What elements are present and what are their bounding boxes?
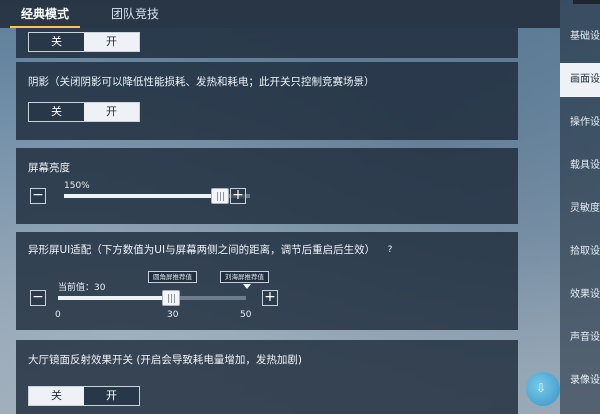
marker-rounded-screen: 圆角屏推荐值 — [148, 271, 197, 283]
settings-sidebar: 基础设 画面设 操作设 载具设 灵敏度设 拾取设 效果设 声音设 录像设 — [560, 0, 600, 414]
brightness-minus-button[interactable]: − — [30, 188, 46, 204]
top-toggle-off[interactable]: 关 — [29, 33, 84, 51]
shadow-toggle-on[interactable]: 开 — [84, 103, 139, 121]
sidebar-item-basic[interactable]: 基础设 — [560, 20, 600, 54]
brightness-slider-fill — [64, 194, 221, 198]
sidebar-item-effects[interactable]: 效果设 — [560, 278, 600, 312]
plus-icon: + — [232, 187, 244, 203]
sidebar-item-graphics[interactable]: 画面设 — [560, 63, 600, 97]
brightness-slider-thumb[interactable] — [211, 188, 230, 204]
thumb-grip — [223, 192, 225, 201]
marker-notch-arrow — [243, 284, 251, 289]
thumb-grip — [167, 294, 169, 303]
reflection-toggle-on[interactable]: 开 — [84, 387, 139, 405]
notch-current-value: 当前值：30 — [58, 283, 106, 293]
top-toggle-on[interactable]: 开 — [84, 33, 139, 51]
thumb-grip — [220, 192, 222, 201]
panel-top-toggle: 关 开 — [16, 28, 518, 58]
notch-tick-mid: 30 — [167, 310, 179, 320]
panel-shadow: 阴影（关闭阴影可以降低性能损耗、发热和耗电；此开关只控制竞赛场景） 关 开 — [16, 62, 518, 140]
panel-reflection: 大厅镜面反射效果开关 (开启会导致耗电量增加，发热加剧) 关 开 — [16, 340, 518, 414]
brightness-plus-button[interactable]: + — [230, 188, 246, 204]
reflection-title: 大厅镜面反射效果开关 (开启会导致耗电量增加，发热加剧) — [28, 354, 303, 366]
tab-classic-mode[interactable]: 经典模式 — [0, 0, 90, 28]
brightness-value: 150% — [64, 181, 90, 191]
notch-plus-button[interactable]: + — [262, 290, 278, 306]
shadow-toggle-off[interactable]: 关 — [29, 103, 84, 121]
sidebar-item-sensitivity[interactable]: 灵敏度设 — [560, 192, 600, 226]
sidebar-item-replay[interactable]: 录像设 — [560, 364, 600, 398]
notch-slider-thumb[interactable] — [161, 290, 180, 306]
thumb-grip — [217, 192, 219, 201]
brightness-title: 屏幕亮度 — [28, 162, 70, 174]
thumb-grip — [173, 294, 175, 303]
download-logo-icon: ⇩ — [526, 372, 560, 406]
reflection-toggle: 关 开 — [28, 386, 140, 406]
marker-notch-screen: 刘海屏推荐值 — [220, 271, 269, 283]
panel-brightness: 屏幕亮度 150% − + — [16, 148, 518, 224]
sidebar-item-controls[interactable]: 操作设 — [560, 106, 600, 140]
mode-tab-bar: 经典模式 团队竞技 — [0, 0, 560, 28]
shadow-title: 阴影（关闭阴影可以降低性能损耗、发热和耗电；此开关只控制竞赛场景） — [28, 76, 375, 88]
notch-minus-button[interactable]: − — [30, 290, 46, 306]
notch-slider-fill — [58, 296, 171, 300]
minus-icon: − — [32, 289, 44, 305]
sidebar-item-pickup[interactable]: 拾取设 — [560, 235, 600, 269]
minus-icon: − — [32, 187, 44, 203]
plus-icon: + — [264, 289, 276, 305]
tab-team-battle[interactable]: 团队竞技 — [90, 0, 180, 28]
thumb-grip — [170, 294, 172, 303]
notch-tick-max: 50 — [240, 310, 252, 320]
notch-slider-track[interactable] — [58, 296, 246, 300]
sidebar-item-vehicle[interactable]: 载具设 — [560, 149, 600, 183]
notch-title: 异形屏UI适配（下方数值为UI与屏幕两侧之间的距离，调节后重启后生效） — [28, 244, 376, 256]
shadow-toggle: 关 开 — [28, 102, 140, 122]
question-icon[interactable]: ? — [384, 244, 396, 256]
top-toggle: 关 开 — [28, 32, 140, 52]
panel-notch-adapt: 异形屏UI适配（下方数值为UI与屏幕两侧之间的距离，调节后重启后生效） ? 当前… — [16, 232, 518, 330]
reflection-toggle-off[interactable]: 关 — [29, 387, 84, 405]
sidebar-item-sound[interactable]: 声音设 — [560, 321, 600, 355]
notch-tick-min: 0 — [55, 310, 61, 320]
